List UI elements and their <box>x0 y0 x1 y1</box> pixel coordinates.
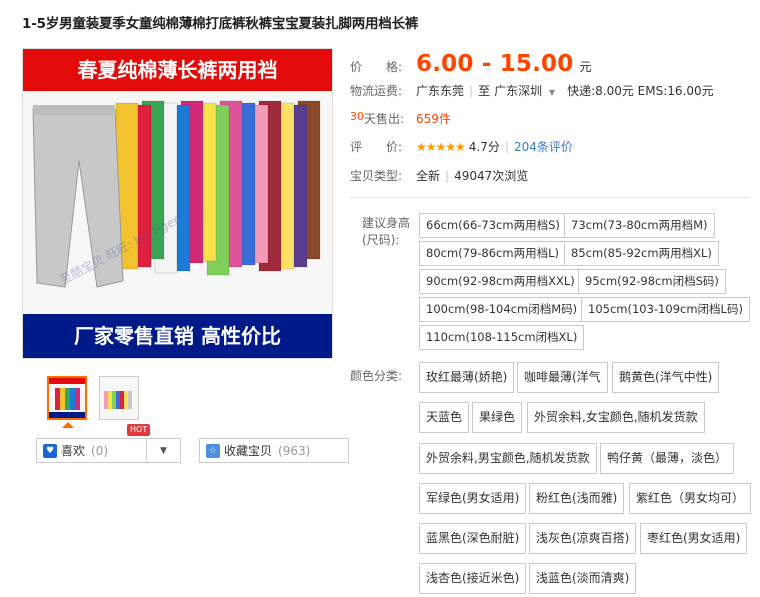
color-option[interactable]: 咖啡最薄(洋气 <box>517 362 608 393</box>
sales-row: 30 天售出: 659件 <box>350 110 451 127</box>
price-unit: 元 <box>579 60 592 74</box>
color-option[interactable]: 果绿色 <box>472 402 523 433</box>
shipping-row: 物流运费: 广东东莞 | 至 广东深圳 ▼ 快递:8.00元 EMS:16.00… <box>350 82 714 99</box>
color-option[interactable]: 鸭仔黄（最薄，淡色） <box>600 443 735 474</box>
shipping-label: 物流运费: <box>350 84 403 98</box>
type-value: 全新 <box>416 169 441 183</box>
color-option[interactable]: 浅杏色(接近米色) <box>419 563 527 594</box>
image-banner-top: 春夏纯棉薄长裤两用裆 <box>23 49 332 91</box>
ship-separator: | <box>469 83 474 98</box>
main-product-image[interactable]: 春夏纯棉薄长裤两用裆 至酷宝贝 旺旺: bo_tiger 厂家零售直销 高性价比 <box>22 48 333 359</box>
thumbnail-selected-arrow-icon <box>62 422 74 428</box>
size-option[interactable]: 95cm(92-98cm闭档S码) <box>578 269 726 294</box>
thumbnail-banner <box>49 378 85 384</box>
chevron-down-icon: ▼ <box>548 88 556 97</box>
size-option[interactable]: 85cm(85-92cm两用档XL) <box>564 241 719 266</box>
color-option[interactable]: 浅灰色(凉爽百搭) <box>529 523 637 554</box>
size-option[interactable]: 66cm(66-73cm两用档S) <box>419 213 567 238</box>
review-link[interactable]: 204条评价 <box>514 138 573 155</box>
waistband <box>33 105 115 115</box>
color-option[interactable]: 外贸余料,男宝颜色,随机发货款 <box>419 443 597 474</box>
color-option[interactable]: 军绿色(男女适用) <box>419 483 527 514</box>
rating-separator: | <box>504 139 509 154</box>
favorite-label: 收藏宝贝 <box>224 444 273 458</box>
like-label: 喜欢 <box>61 444 86 458</box>
color-option[interactable]: 枣红色(男女适用) <box>640 523 748 554</box>
thumbnail-pants-icon <box>104 391 132 409</box>
rating-stars-icon: ★★★★★ <box>416 139 466 154</box>
favorite-count: (963) <box>278 443 311 458</box>
price-value: 6.00 - 15.00 <box>416 51 574 77</box>
rating-score: 4.7分 <box>468 140 500 154</box>
color-option[interactable]: 天蓝色 <box>419 402 470 433</box>
bookmark-icon: ☆ <box>206 443 220 458</box>
ship-to-value: 广东深圳 <box>494 84 543 98</box>
thumbnail-banner <box>49 412 85 418</box>
type-separator: | <box>445 168 450 183</box>
favorite-button[interactable]: ☆ 收藏宝贝 (963) <box>199 438 349 463</box>
color-option[interactable]: 蓝黑色(深色耐脏) <box>419 523 527 554</box>
ship-to-prefix: 至 <box>478 84 491 98</box>
like-count: (0) <box>91 443 109 458</box>
color-option[interactable]: 紫红色（男女均可） <box>629 483 752 514</box>
views-count: 49047次浏览 <box>454 169 529 183</box>
color-option[interactable]: 外贸余料,女宝颜色,随机发货款 <box>527 402 705 433</box>
product-title: 1-5岁男童装夏季女童纯棉薄棉打底裤秋裤宝宝夏装扎脚两用档长裤 <box>22 16 419 32</box>
chevron-down-icon: ▼ <box>160 445 167 456</box>
color-option[interactable]: 粉红色(浅而雅) <box>529 483 625 514</box>
color-option[interactable]: 浅蓝色(淡而清爽) <box>529 563 637 594</box>
type-label: 宝贝类型: <box>350 169 403 183</box>
color-option[interactable]: 鹅黄色(洋气中性) <box>612 362 720 393</box>
price-row: 价 格: 6.00 - 15.00 元 <box>350 51 591 77</box>
size-option[interactable]: 73cm(73-80cm两用档M) <box>564 213 715 238</box>
size-option[interactable]: 110cm(108-115cm闭档XL) <box>419 325 585 350</box>
thumbnail-list <box>47 376 139 420</box>
size-option[interactable]: 90cm(92-98cm两用档XXL) <box>419 269 582 294</box>
color-option[interactable]: 玫红最薄(娇艳) <box>419 362 515 393</box>
rating-label: 评 价: <box>350 140 403 154</box>
size-label: 建议身高(尺码): <box>362 216 411 247</box>
like-button[interactable]: ♥ 喜欢 (0) <box>36 438 147 463</box>
heart-icon: ♥ <box>43 443 57 458</box>
ship-from: 广东东莞 <box>416 84 465 98</box>
info-divider <box>350 197 750 198</box>
color-label: 颜色分类: <box>350 369 403 383</box>
hot-badge: HOT <box>127 424 151 436</box>
size-option[interactable]: 100cm(98-104cm闭档M码) <box>419 297 585 322</box>
sales-days: 30 <box>350 110 364 123</box>
ship-to-dropdown[interactable]: 广东深圳 ▼ <box>494 82 555 99</box>
type-row: 宝贝类型: 全新 | 49047次浏览 <box>350 167 528 184</box>
ship-methods: 快递:8.00元 EMS:16.00元 <box>567 84 714 98</box>
sales-label: 30 天售出: <box>350 110 416 127</box>
thumbnail-2[interactable] <box>99 376 139 420</box>
price-label: 价 格: <box>350 60 403 74</box>
sales-value: 659件 <box>416 112 451 126</box>
rating-row: 评 价: ★★★★★ 4.7分 | 204条评价 <box>350 138 573 155</box>
sales-label-text: 天售出: <box>364 112 405 126</box>
like-dropdown-button[interactable]: ▼ <box>147 438 181 463</box>
image-banner-bottom: 厂家零售直销 高性价比 <box>23 314 332 358</box>
size-option[interactable]: 80cm(79-86cm两用档L) <box>419 241 566 266</box>
size-option[interactable]: 105cm(103-109cm闭档L码) <box>581 297 750 322</box>
action-bar: ♥ 喜欢 (0) ▼ ☆ 收藏宝贝 (963) <box>36 438 349 463</box>
thumbnail-1[interactable] <box>47 376 87 420</box>
pants-illustration: 至酷宝贝 旺旺: bo_tiger <box>23 91 332 315</box>
